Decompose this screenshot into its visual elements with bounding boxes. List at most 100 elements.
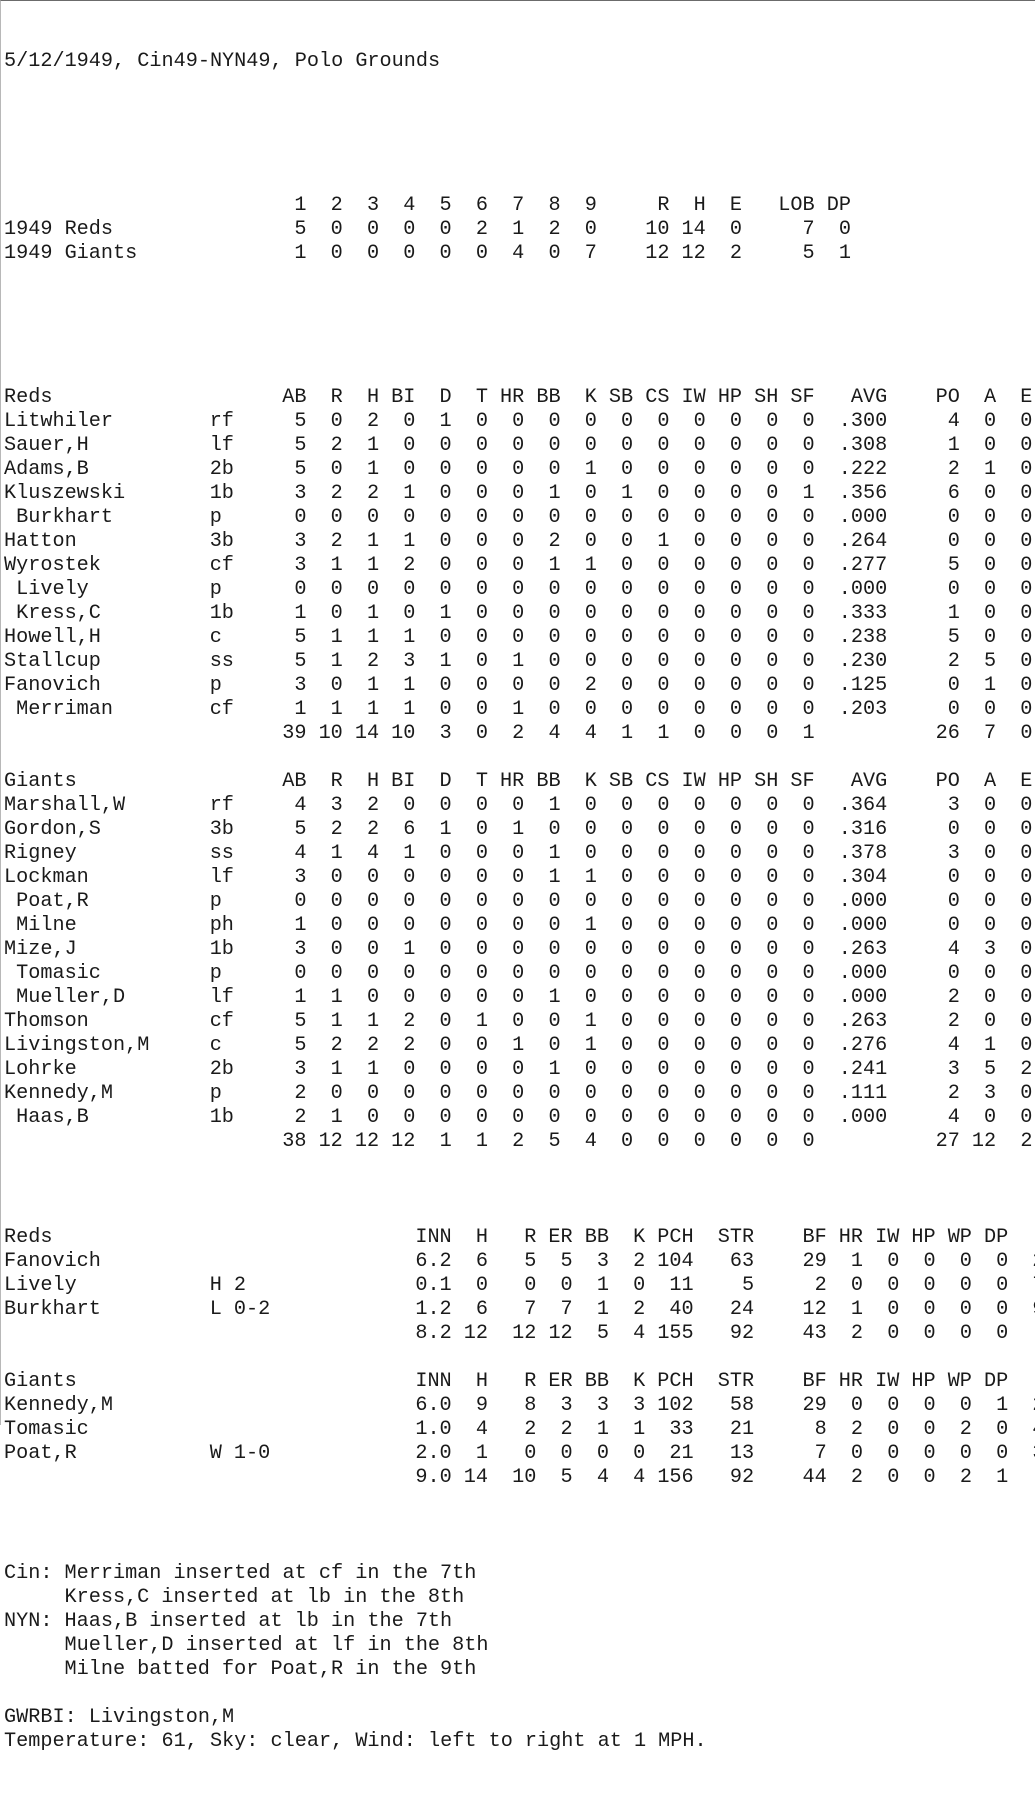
stat-h: 0	[366, 506, 380, 529]
team-h: 12	[681, 242, 706, 265]
stat-avg: .356	[838, 482, 888, 505]
stat-e: 0	[1020, 1082, 1033, 1105]
total-header: E	[729, 194, 743, 217]
stat-po: 5	[947, 554, 960, 577]
stat-dp: 0	[996, 1298, 1009, 1321]
stat-avg: .308	[838, 434, 888, 457]
inning-header: 5	[439, 194, 452, 217]
stat-sf: 0	[802, 602, 815, 625]
stat-a: 0	[984, 962, 997, 985]
pitching-table-giants: GiantsINNHRERBBKPCHSTRBFHRIWHPWPDPERAKen…	[4, 1370, 1035, 1490]
pitcher-name: Poat,R	[4, 1442, 77, 1465]
player-row: Kennedy,Mp200000000000000.1112300	[4, 1082, 1035, 1106]
stat-h: 0	[366, 578, 380, 601]
player-name: Lohrke	[4, 1058, 77, 1081]
stat-hr: 0	[512, 986, 525, 1009]
stat-bb: 1	[548, 842, 561, 865]
stat-iw: 0	[693, 962, 706, 985]
position: c	[209, 1034, 222, 1057]
player-row: Merrimancf111100100000000.2030000	[4, 698, 1035, 722]
stat-era: 4.15	[1008, 1418, 1035, 1442]
column-header: HP	[717, 770, 743, 793]
total-bb: 5	[596, 1322, 609, 1345]
stat-ab: 3	[294, 674, 307, 697]
stat-sf: 0	[802, 794, 815, 817]
stat-dp: 1	[996, 1394, 1009, 1417]
stat-bb: 1	[548, 554, 561, 577]
stat-sb: 0	[621, 962, 634, 985]
pitcher-decision: W 1-0	[209, 1442, 271, 1465]
total-k: 4	[633, 1322, 646, 1345]
stat-r: 2	[330, 434, 343, 457]
stat-t: 0	[475, 698, 488, 721]
stat-cs: 0	[657, 794, 670, 817]
stat-r: 5	[524, 1250, 537, 1273]
stat-t: 0	[475, 914, 488, 937]
team-e: 0	[729, 218, 743, 241]
stat-hp: 0	[729, 698, 743, 721]
column-header: ER	[548, 1370, 573, 1393]
stat-avg: .000	[838, 890, 888, 913]
total-cs: 1	[657, 722, 670, 745]
stat-hr: 0	[512, 890, 525, 913]
stat-d: 0	[439, 1106, 452, 1129]
stat-sf: 0	[802, 506, 815, 529]
stat-sb: 0	[621, 650, 634, 673]
stat-str: 24	[729, 1298, 755, 1321]
pitcher-row: Kennedy,M6.0983331025829000012.06	[4, 1394, 1035, 1418]
stat-sh: 0	[766, 962, 779, 985]
stat-sh: 0	[766, 410, 779, 433]
player-name: Fanovich	[4, 674, 101, 697]
column-header: A	[984, 386, 997, 409]
stat-a: 3	[984, 1082, 997, 1105]
stat-e: 0	[1020, 938, 1033, 961]
stat-sh: 0	[766, 482, 779, 505]
column-header: HP	[717, 386, 743, 409]
team-label: Giants	[4, 770, 77, 793]
position: 2b	[209, 458, 234, 481]
stat-sf: 0	[802, 698, 815, 721]
column-header: ERA	[1008, 1370, 1035, 1394]
column-header: BF	[802, 1370, 827, 1393]
stat-inn: 6.2	[415, 1250, 452, 1273]
column-header: BI	[391, 770, 416, 793]
stat-k: 0	[584, 650, 597, 673]
stat-ab: 4	[294, 794, 307, 817]
column-header: BB	[536, 770, 561, 793]
stat-hr: 0	[512, 482, 525, 505]
total-hp: 0	[923, 1466, 936, 1489]
inning-header: 8	[548, 194, 561, 217]
batting-totals: 3812121211254000000271220	[4, 1130, 1035, 1154]
stat-sh: 0	[766, 1034, 779, 1057]
stat-avg: .222	[838, 458, 888, 481]
stat-po: 3	[947, 842, 960, 865]
position: 3b	[209, 818, 234, 841]
stat-iw: 0	[693, 794, 706, 817]
stat-k: 3	[633, 1394, 646, 1417]
position: p	[209, 962, 222, 985]
pitcher-name: Lively	[4, 1274, 77, 1297]
stat-ab: 1	[294, 986, 307, 1009]
stat-po: 0	[947, 890, 960, 913]
stat-dp: 0	[996, 1274, 1009, 1297]
stat-k: 0	[584, 434, 597, 457]
stat-wp: 0	[959, 1298, 972, 1321]
column-header: R	[330, 770, 343, 793]
stat-hr: 0	[512, 506, 525, 529]
total-sh: 0	[766, 722, 779, 745]
total-k: 4	[584, 722, 597, 745]
player-name: Wyrostek	[4, 554, 101, 577]
stat-iw: 0	[693, 914, 706, 937]
pitcher-decision: L 0-2	[209, 1298, 271, 1321]
position: 1b	[209, 938, 234, 961]
stat-cs: 0	[657, 698, 670, 721]
stat-hr: 1	[850, 1298, 864, 1321]
stat-hr: 1	[512, 650, 525, 673]
stat-bi: 1	[403, 530, 416, 553]
stat-po: 2	[947, 458, 960, 481]
stat-k: 1	[584, 914, 597, 937]
stat-sb: 0	[621, 842, 634, 865]
stat-hr: 0	[512, 1010, 525, 1033]
stat-hp: 0	[729, 650, 743, 673]
